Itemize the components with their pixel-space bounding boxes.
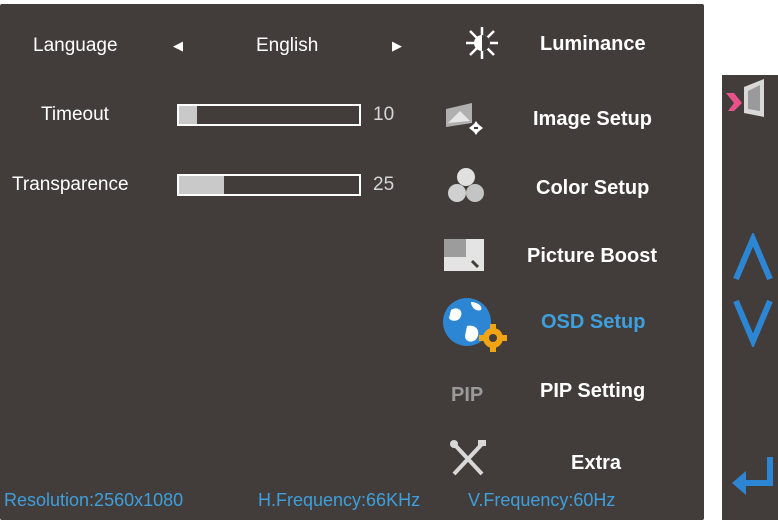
menu-item-osd-setup[interactable]: OSD Setup (541, 310, 645, 334)
transparence-slider[interactable] (177, 174, 361, 196)
menu-exit-icon[interactable] (724, 77, 776, 123)
transparence-slider-fill (179, 176, 224, 194)
menu-item-extra[interactable]: Extra (571, 451, 621, 475)
timeout-value: 10 (373, 104, 395, 125)
language-left-arrow-icon[interactable]: ◀ (173, 35, 183, 57)
language-label: Language (33, 35, 118, 56)
language-right-arrow-icon[interactable]: ▶ (392, 35, 402, 57)
menu-item-pip-setting[interactable]: PIP Setting (540, 379, 645, 403)
language-value[interactable]: English (256, 35, 318, 57)
side-key-panel (722, 75, 778, 520)
enter-icon[interactable] (730, 455, 776, 499)
timeout-slider-fill (179, 106, 197, 124)
down-arrow-icon[interactable] (732, 297, 774, 347)
h-frequency-status: H.Frequency:66KHz (258, 490, 421, 510)
v-frequency-status: V.Frequency:60Hz (468, 490, 616, 510)
menu-item-color-setup[interactable]: Color Setup (536, 176, 649, 200)
resolution-status: Resolution:2560x1080 (4, 490, 184, 510)
color-setup-icon (448, 168, 484, 202)
picture-boost-icon (444, 239, 484, 271)
menu-item-luminance[interactable]: Luminance (540, 32, 646, 56)
extra-tools-icon (450, 440, 486, 476)
menu-item-picture-boost[interactable]: Picture Boost (527, 244, 657, 268)
pip-icon: PIP (451, 384, 484, 406)
luminance-icon (466, 27, 498, 59)
timeout-slider[interactable] (177, 104, 361, 126)
osd-panel: Language ◀ English ▶ Timeout 10 Transpar… (0, 4, 704, 520)
osd-setup-icon (443, 298, 507, 352)
timeout-label: Timeout (41, 104, 109, 125)
up-arrow-icon[interactable] (732, 233, 774, 283)
transparence-value: 25 (373, 174, 395, 195)
image-setup-icon (446, 103, 483, 135)
transparence-label: Transparence (12, 174, 129, 195)
menu-item-image-setup[interactable]: Image Setup (533, 107, 652, 131)
